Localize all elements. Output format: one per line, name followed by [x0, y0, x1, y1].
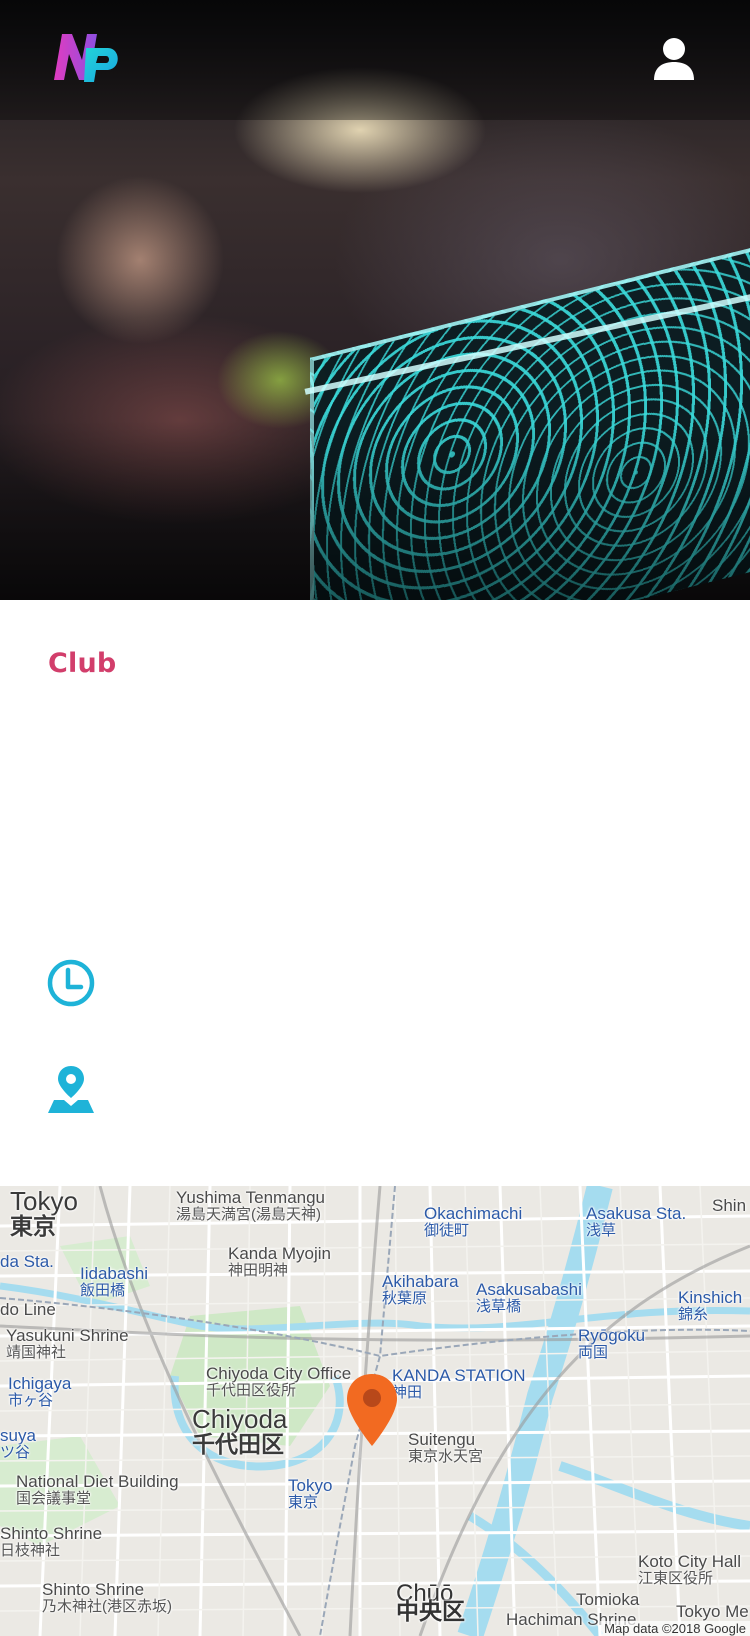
map-pin-icon[interactable]	[344, 1372, 400, 1448]
map-label: Shin	[712, 1196, 747, 1215]
map-label: Iidabashi 飯田橋	[80, 1264, 149, 1299]
venue-hero-photo	[0, 0, 750, 600]
map-label: Akihabara 秋葉原	[382, 1272, 459, 1307]
map-attribution: Map data ©2018 Google	[600, 1621, 750, 1636]
map-label: da Sta.	[0, 1252, 54, 1271]
map-label: Chiyoda City Office 千代田区役所	[206, 1364, 352, 1399]
map-label: Yushima Tenmangu 湯島天満宮(湯島天神)	[176, 1188, 326, 1223]
app-logo[interactable]	[46, 30, 126, 86]
map-label: KANDA STATION 神田	[392, 1366, 526, 1401]
map-label: Chiyoda 千代田区	[192, 1404, 288, 1457]
map-label: Ryōgoku 両国	[578, 1326, 646, 1361]
map-label: Shinto Shrine 日枝神社	[0, 1524, 103, 1559]
map-label: National Diet Building 国会議事堂	[16, 1472, 179, 1507]
map-location-icon	[48, 1066, 94, 1113]
map-label: Suitengu 東京水天宮	[408, 1430, 484, 1465]
map-label: Ichigaya 市ヶ谷	[8, 1374, 72, 1409]
map-label: Shinto Shrine 乃木神社(港区赤坂)	[42, 1580, 172, 1615]
np-logo-icon	[54, 34, 118, 82]
venue-category: Club	[48, 648, 117, 679]
map-label: Kinshich 錦糸	[678, 1288, 743, 1323]
map-label: Asakusa Sta. 浅草	[586, 1204, 687, 1239]
map-label: Asakusabashi 浅草橋	[476, 1280, 582, 1315]
map-label: Tokyo Me	[676, 1602, 749, 1621]
map-label: Kanda Myojin 神田明神	[228, 1244, 332, 1279]
map-label: suya ツ谷	[0, 1426, 36, 1461]
map-label: Tomioka	[576, 1590, 640, 1609]
location-row	[46, 1064, 706, 1114]
map-label: Tokyo 東京	[10, 1186, 78, 1239]
map-label: Yasukuni Shrine 靖国神社	[6, 1326, 129, 1361]
map-label: do Line	[0, 1300, 56, 1319]
clock-icon	[47, 959, 95, 1007]
map-label: Chūō 中央区	[396, 1580, 465, 1624]
time-row	[46, 958, 706, 1008]
profile-button[interactable]	[652, 36, 696, 82]
map-label: Okachimachi 御徒町	[424, 1204, 523, 1239]
map-label: Tokyo 東京	[288, 1476, 333, 1511]
crowd-shadow	[0, 420, 750, 600]
map-label: Koto City Hall 江東区役所	[638, 1552, 741, 1587]
user-icon	[654, 38, 694, 80]
